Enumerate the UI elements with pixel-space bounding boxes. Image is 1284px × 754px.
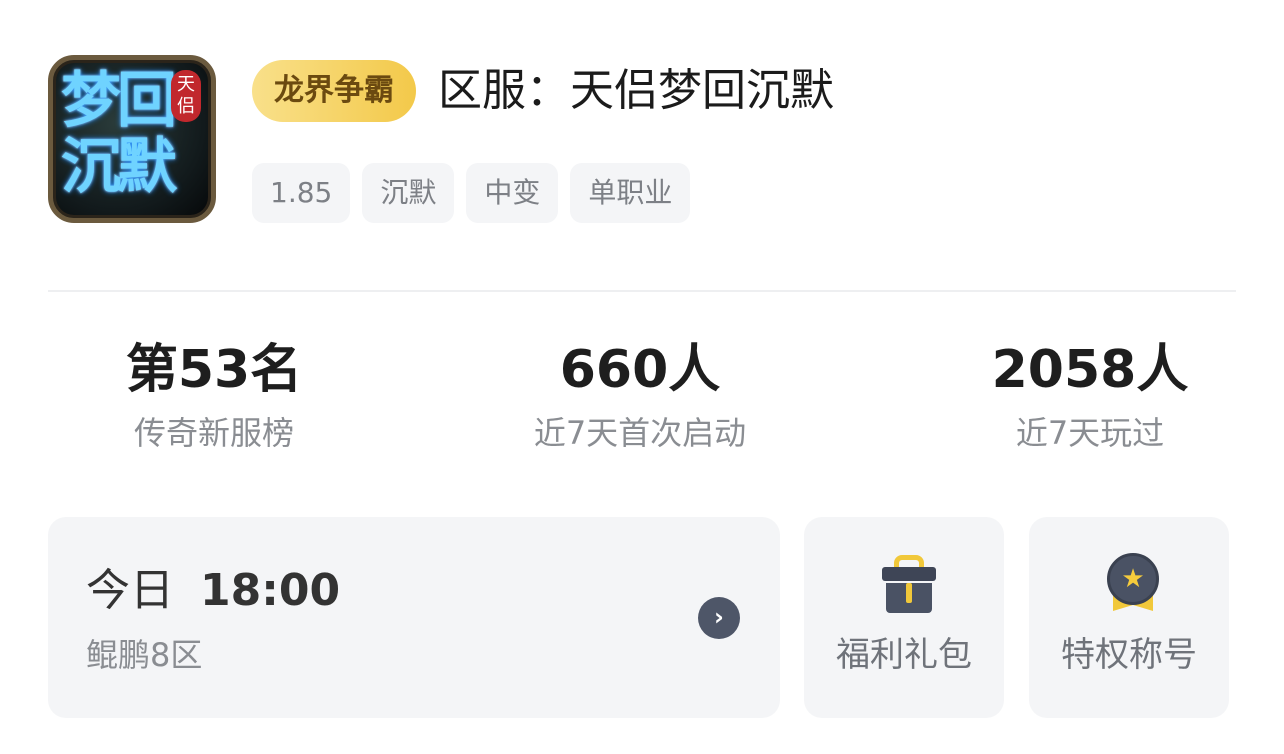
open-day: 今日 <box>86 565 174 616</box>
server-title: 区服：天侣梦回沉默 <box>438 65 834 116</box>
open-time: 今日 18:00 <box>86 563 340 619</box>
stat-rank[interactable]: 第53名 传奇新服榜 <box>34 335 394 457</box>
tag-style: 沉默 <box>362 163 455 223</box>
stat-rank-label: 传奇新服榜 <box>133 414 294 452</box>
game-header: 梦回沉默 天侣 龙界争霸 区服：天侣梦回沉默 1.85 沉默 中变 单职业 <box>48 55 1236 225</box>
stats-row: 第53名 传奇新服榜 660人 近7天首次启动 2058人 近7天玩过 <box>0 335 1284 475</box>
server-zone: 鲲鹏8区 <box>86 636 203 674</box>
stat-first-launch-label: 近7天首次启动 <box>533 414 747 452</box>
server-group-badge: 龙界争霸 <box>252 60 416 122</box>
medal-icon: ★ <box>1105 553 1161 615</box>
tag-list: 1.85 沉默 中变 单职业 <box>252 163 691 223</box>
stat-first-launch-value: 660人 <box>559 340 721 400</box>
gift-pack-label: 福利礼包 <box>836 635 972 675</box>
stat-played-value: 2058人 <box>991 340 1189 400</box>
privilege-title-button[interactable]: ★ 特权称号 <box>1029 517 1229 718</box>
tag-class: 单职业 <box>570 163 691 223</box>
stat-rank-value: 第53名 <box>125 340 303 400</box>
gift-pack-button[interactable]: 福利礼包 <box>804 517 1004 718</box>
section-divider <box>48 290 1236 292</box>
open-clock: 18:00 <box>200 565 341 616</box>
server-open-card[interactable]: 今日 18:00 鲲鹏8区 › <box>48 517 780 718</box>
chevron-right-icon[interactable]: › <box>698 597 740 639</box>
stat-played: 2058人 近7天玩过 <box>910 335 1270 457</box>
game-app-icon[interactable]: 梦回沉默 天侣 <box>48 55 216 223</box>
tag-version: 1.85 <box>252 163 351 223</box>
tag-variant: 中变 <box>466 163 559 223</box>
privilege-title-label: 特权称号 <box>1061 635 1197 675</box>
stat-played-label: 近7天玩过 <box>1015 414 1165 452</box>
gift-icon <box>882 555 936 615</box>
stat-first-launch: 660人 近7天首次启动 <box>460 335 820 457</box>
app-icon-seal: 天侣 <box>171 70 201 122</box>
